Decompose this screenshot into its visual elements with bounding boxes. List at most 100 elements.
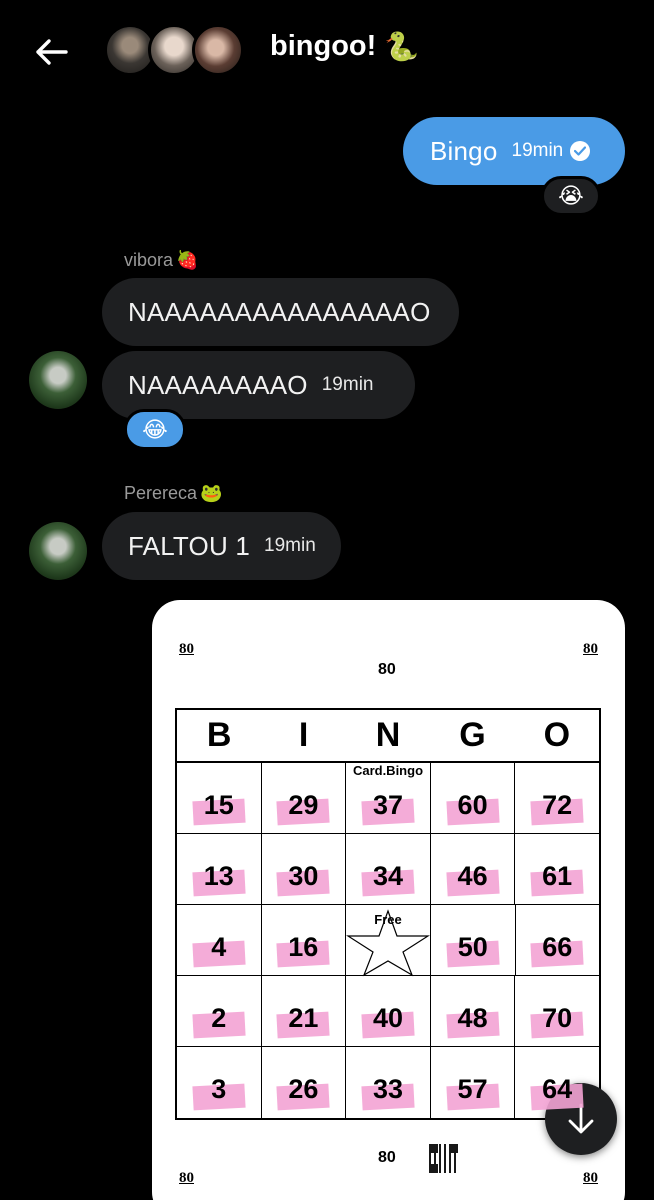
check-circle-icon [570, 141, 591, 161]
bingo-cell: Card.Bingo 37 [346, 763, 431, 833]
laughing-emoji: 😂 [142, 416, 168, 442]
sender-name-text: vibora [124, 250, 174, 270]
sender-name-text: Perereca [124, 483, 198, 503]
bingo-number: 46 [457, 860, 488, 891]
free-label: Free [374, 912, 402, 927]
bingo-cell: 4 [177, 905, 262, 975]
message-text: NAAAAAAAAAAAAAAAO [128, 296, 431, 327]
message-time: 19min [321, 374, 374, 395]
crying-emoji: 😭 [558, 183, 584, 208]
bingo-free-cell: Free [346, 905, 431, 977]
bingo-header-letter: O [543, 716, 571, 754]
bingo-number: 57 [457, 1074, 488, 1104]
bingo-header-letter: B [206, 716, 232, 754]
chat-title[interactable]: bingoo! 🐍 [270, 30, 419, 63]
corner-label: 80 [179, 1170, 194, 1186]
bingo-number: 40 [372, 1002, 403, 1033]
bingo-cell: 60 [431, 763, 516, 833]
corner-label: 80 [583, 641, 598, 657]
bingo-number: 37 [372, 789, 403, 820]
bingo-number: 16 [288, 931, 319, 962]
corner-label: 80 [583, 1170, 598, 1186]
back-button[interactable] [28, 32, 74, 72]
avatar[interactable] [29, 351, 87, 409]
reaction-badge[interactable]: 😭 [541, 176, 601, 216]
bingo-row: 4 16 Free 50 66 [177, 905, 600, 977]
bingo-row: 3 26 33 57 64 [177, 1047, 599, 1118]
bingo-cell: 13 [177, 834, 262, 904]
bingo-row: 15 29 Card.Bingo 37 60 72 [177, 763, 599, 834]
strawberry-emoji: 🍓 [176, 250, 199, 270]
bingo-grid: B I N G O 15 29 Card.Bingo 37 60 72 13 30… [175, 708, 601, 1120]
bingo-number: 26 [288, 1074, 319, 1104]
corner-label: 80 [179, 641, 194, 657]
bingo-cell: 26 [262, 1047, 347, 1118]
bingo-number: 4 [211, 931, 227, 962]
bingo-number: 61 [542, 860, 573, 891]
bingo-number: 64 [542, 1074, 573, 1104]
bingo-number: 72 [542, 789, 573, 820]
bingo-cell: 72 [515, 763, 599, 833]
avatar [192, 24, 244, 76]
bingo-number: 2 [211, 1002, 227, 1033]
bingo-cell: 61 [515, 834, 599, 904]
bingo-number: 48 [457, 1002, 488, 1033]
message-time: 19min [264, 535, 316, 556]
bingo-cell: 3 [177, 1047, 262, 1118]
bingo-cell: 50 [431, 905, 516, 975]
sender-name: vibora 🍓 [124, 250, 198, 271]
chat-header: bingoo! 🐍 [0, 0, 654, 100]
bingo-header-row: B I N G O [177, 710, 599, 763]
snake-emoji: 🐍 [384, 31, 420, 62]
bingo-header-letter: N [375, 716, 401, 754]
bingo-cell: 30 [262, 834, 347, 904]
bingo-number: 30 [288, 860, 319, 891]
bingo-cell: 29 [262, 763, 347, 833]
bingo-cell: 16 [262, 905, 346, 975]
bingo-header-letter: I [298, 716, 309, 754]
bingo-cell: 33 [346, 1047, 431, 1118]
bingo-cell: 40 [346, 976, 431, 1046]
bingo-cell: 46 [431, 834, 516, 904]
bingo-number: 34 [372, 860, 403, 891]
message-bubble-incoming[interactable]: FALTOU 1 19min [102, 512, 341, 580]
bingo-number: 3 [211, 1074, 227, 1104]
arrow-left-icon [36, 39, 68, 65]
center-label: 80 [378, 661, 396, 678]
message-time: 19min [511, 140, 564, 161]
bingo-number: 21 [288, 1002, 319, 1033]
message-text: Bingo [430, 135, 498, 166]
qr-code-icon [429, 1144, 458, 1173]
message-text: FALTOU 1 [128, 530, 251, 561]
avatar[interactable] [29, 522, 87, 580]
group-avatars[interactable] [104, 24, 254, 76]
bingo-number: 15 [203, 789, 234, 820]
bingo-number: 70 [542, 1002, 573, 1033]
center-label: 80 [378, 1149, 396, 1166]
sender-name: Perereca 🐸 [124, 483, 222, 504]
bingo-header-letter: G [459, 716, 486, 754]
message-text: NAAAAAAAAO [128, 369, 308, 400]
card-brand: Card.Bingo [352, 763, 424, 778]
bingo-cell: 57 [431, 1047, 516, 1118]
bingo-cell: 21 [262, 976, 347, 1046]
bingo-number: 33 [372, 1074, 403, 1104]
chat-title-text: bingoo! [270, 30, 377, 62]
bingo-cell: 15 [177, 763, 262, 833]
bingo-number: 66 [542, 931, 573, 962]
bingo-cell: 34 [346, 834, 431, 904]
bingo-cell: 66 [516, 905, 600, 975]
bingo-cell: 2 [177, 976, 262, 1046]
frog-emoji: 🐸 [200, 483, 223, 503]
bingo-number: 50 [457, 931, 488, 962]
bingo-number: 13 [203, 860, 234, 891]
bingo-number: 29 [288, 789, 319, 820]
bingo-cell: 48 [431, 976, 516, 1046]
bingo-row: 2 21 40 48 70 [177, 976, 599, 1047]
bingo-number: 60 [457, 789, 488, 820]
message-bubble-outgoing[interactable]: Bingo 19min [403, 117, 625, 185]
bingo-row: 13 30 34 46 61 [177, 834, 599, 905]
message-bubble-incoming[interactable]: NAAAAAAAAAAAAAAAO [102, 278, 459, 346]
reaction-badge[interactable]: 😂 [124, 409, 186, 450]
bingo-cell: 70 [515, 976, 599, 1046]
